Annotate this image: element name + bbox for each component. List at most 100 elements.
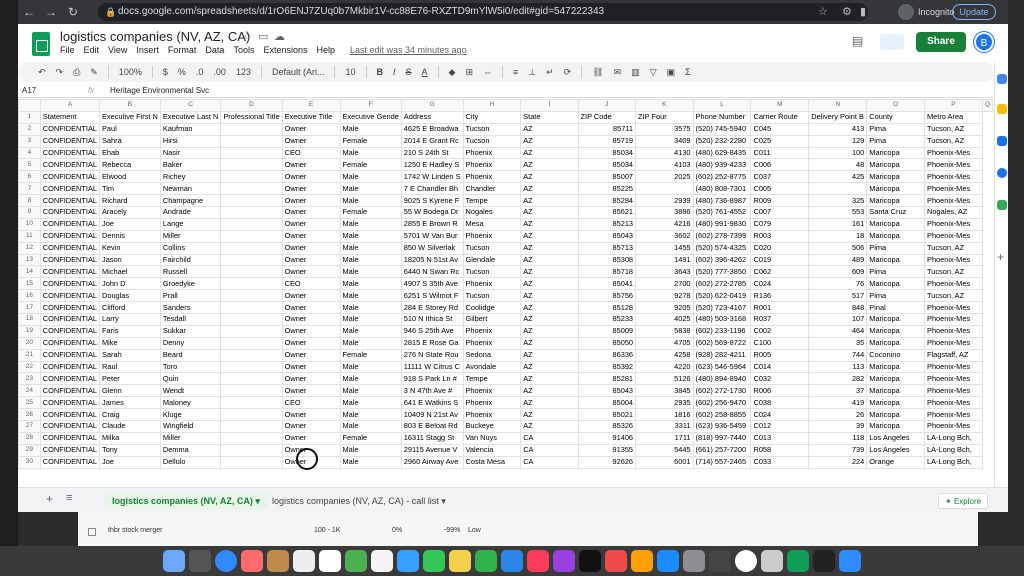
cell[interactable]: Denny [159, 336, 222, 350]
column-header[interactable]: O [866, 99, 926, 112]
cell[interactable]: AZ [520, 206, 579, 219]
cell[interactable]: 4130 [635, 146, 694, 160]
cell[interactable]: 85043 [577, 229, 637, 243]
cell[interactable]: C037 [750, 170, 810, 184]
photos-icon[interactable] [241, 550, 263, 572]
cell[interactable]: 3575 [635, 122, 694, 136]
menu-extensions[interactable]: Extensions [263, 45, 307, 55]
cell[interactable] [220, 431, 283, 445]
strikethrough-button[interactable]: S [406, 67, 412, 77]
cell[interactable]: Owner [281, 170, 341, 184]
row-header[interactable]: 16 [18, 289, 41, 303]
cell[interactable]: Pima [866, 122, 926, 136]
cell[interactable]: Phoenix-Mes [924, 408, 983, 422]
row-header[interactable]: 8 [18, 194, 41, 208]
facetime-icon[interactable] [423, 550, 445, 572]
cell[interactable]: R005 [750, 348, 810, 362]
cell[interactable]: Tucson, AZ [924, 241, 983, 255]
cell[interactable]: Maricopa [866, 408, 926, 422]
finder-icon[interactable] [163, 550, 185, 572]
cell[interactable]: Male [339, 324, 402, 338]
cell[interactable]: 18205 N 51st Av [400, 253, 464, 267]
row-header[interactable]: 21 [18, 348, 41, 362]
row-header[interactable]: 24 [18, 384, 41, 398]
cell[interactable]: 85128 [577, 301, 637, 315]
cell[interactable] [220, 206, 283, 219]
forward-icon[interactable]: → [40, 5, 62, 19]
percent-button[interactable]: % [178, 67, 186, 77]
cell[interactable]: Hirsi [159, 134, 222, 148]
row-header[interactable]: 5 [18, 158, 41, 172]
cell[interactable]: C062 [750, 265, 810, 279]
cell[interactable]: Phoenix [462, 336, 522, 350]
cell[interactable]: 276 N State Rou [400, 348, 464, 362]
cell[interactable]: Beard [159, 348, 222, 362]
cell[interactable]: CONFIDENTIAL [39, 384, 101, 398]
cell[interactable]: Miller [159, 229, 222, 243]
menu-help[interactable]: Help [316, 45, 335, 55]
sheets-icon[interactable] [787, 550, 809, 572]
cell[interactable]: Phoenix-Mes [924, 253, 983, 267]
cell[interactable]: 2700 [635, 277, 694, 291]
user-avatar[interactable]: B [974, 32, 994, 52]
cell[interactable]: Faris [99, 324, 161, 338]
tasks-icon[interactable] [997, 136, 1007, 146]
cell[interactable]: Nogales [462, 206, 522, 219]
cell[interactable]: Michael [99, 265, 161, 279]
cell[interactable]: 6440 N Swan Rc [400, 265, 464, 279]
cell[interactable]: 48 [808, 158, 868, 172]
cell[interactable] [220, 443, 283, 457]
cell[interactable]: 803 E Beloat Rd [400, 420, 464, 433]
cell[interactable]: Glendale [462, 253, 522, 267]
cell[interactable]: Sahra [99, 134, 161, 148]
cell[interactable]: Sanders [159, 301, 222, 315]
chrome-icon[interactable] [735, 550, 757, 572]
cell[interactable]: 282 [808, 372, 868, 386]
cell[interactable]: Male [339, 217, 402, 231]
cell[interactable]: CONFIDENTIAL [39, 229, 101, 243]
cell[interactable]: CONFIDENTIAL [39, 313, 101, 326]
cell[interactable]: Valencia [462, 443, 522, 457]
cell[interactable]: Male [339, 170, 402, 184]
cell[interactable]: Rebecca [99, 158, 161, 172]
reload-icon[interactable]: ↻ [62, 5, 84, 19]
cell[interactable]: 4907 S 35th Ave [400, 277, 464, 291]
photos-app-icon[interactable] [371, 550, 393, 572]
menu-insert[interactable]: Insert [136, 45, 159, 55]
cell[interactable] [220, 217, 283, 231]
cell[interactable]: (818) 997-7440 [692, 431, 752, 445]
cell[interactable]: Tucson [462, 265, 522, 279]
cell[interactable]: 92626 [577, 455, 637, 469]
column-header[interactable]: G [400, 99, 464, 112]
cell[interactable]: Aracely [99, 206, 161, 219]
row-header[interactable]: 22 [18, 360, 41, 374]
contacts-icon[interactable] [267, 550, 289, 572]
cell[interactable] [220, 313, 283, 326]
cell[interactable]: Owner [281, 134, 341, 148]
redo-icon[interactable]: ↷ [56, 67, 64, 78]
cell[interactable]: Owner [281, 313, 341, 326]
cell[interactable]: 16311 Stagg St [400, 431, 464, 445]
column-header[interactable]: B [99, 99, 161, 112]
cell[interactable]: Phoenix-Mes [924, 158, 983, 172]
cell[interactable]: 2960 Airway Ave [400, 455, 464, 469]
books-icon[interactable] [631, 550, 653, 572]
cell[interactable]: CONFIDENTIAL [39, 122, 101, 136]
cell[interactable]: Tony [99, 443, 161, 457]
cell[interactable]: Raul [99, 360, 161, 374]
cell[interactable]: John D [99, 277, 161, 291]
cell[interactable]: 11111 W Citrus C [400, 360, 464, 374]
cell[interactable]: Executive First N [99, 110, 161, 124]
cell[interactable]: James [99, 396, 161, 410]
cell[interactable]: AZ [520, 229, 579, 243]
cell[interactable]: Elwood [99, 170, 161, 184]
cell[interactable]: Coolidge [462, 301, 522, 315]
cell[interactable]: AZ [520, 241, 579, 255]
column-header[interactable]: M [750, 99, 810, 112]
undo-icon[interactable]: ↶ [38, 67, 46, 78]
cell[interactable]: C002 [750, 324, 810, 338]
cell[interactable]: 100 [808, 146, 868, 160]
column-header[interactable]: C [159, 99, 222, 112]
cell[interactable]: Phoenix-Mes [924, 360, 983, 374]
cell[interactable]: (480) 808-7301 [692, 182, 752, 196]
